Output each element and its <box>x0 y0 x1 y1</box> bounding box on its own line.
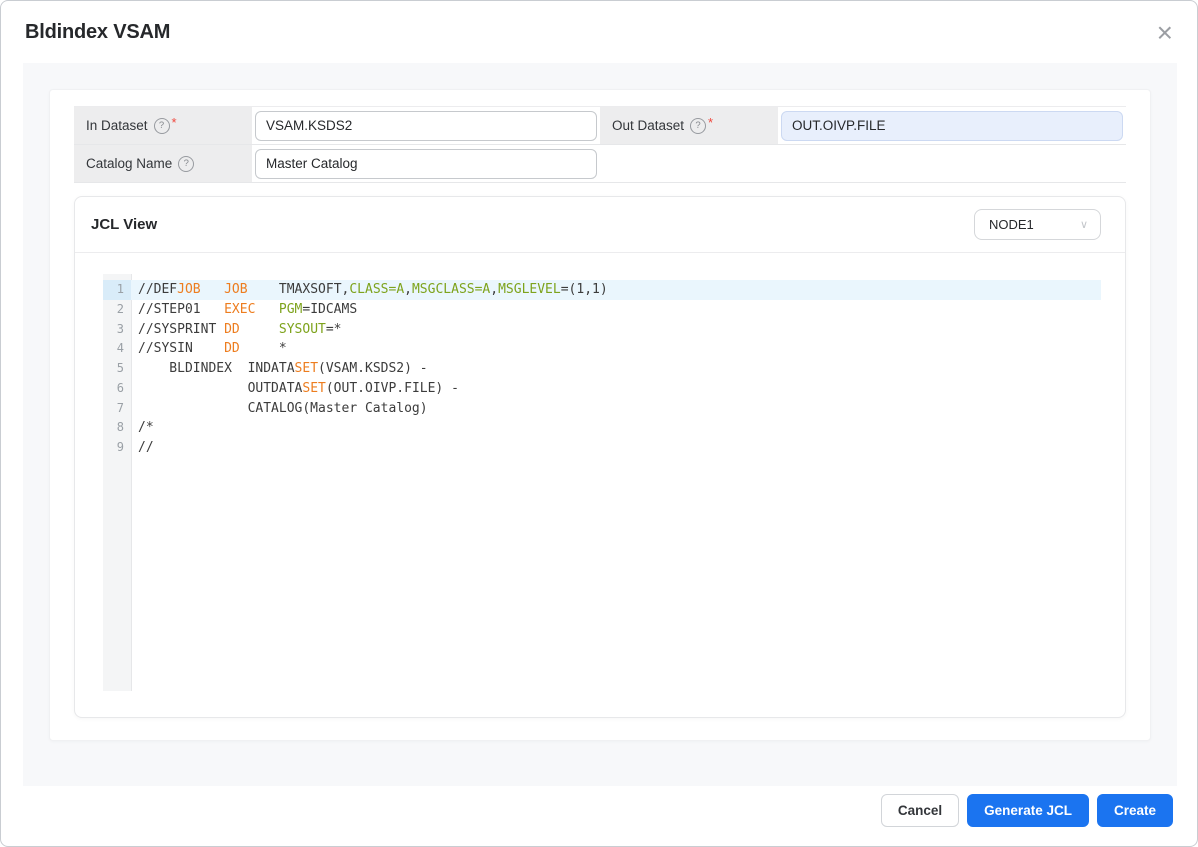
line-number: 5 <box>103 359 131 379</box>
dialog-content: In Dataset ? * Out Dataset ? * <box>23 63 1177 786</box>
line-number: 6 <box>103 379 131 399</box>
catalog-name-input[interactable] <box>255 149 597 179</box>
line-content: /* <box>131 418 1101 438</box>
jcl-panel-header: JCL View NODE1 ∨ <box>75 197 1125 253</box>
line-number: 1 <box>103 280 131 300</box>
line-content: BLDINDEX INDATASET(VSAM.KSDS2) - <box>131 359 1101 379</box>
field-label-text: In Dataset <box>86 118 148 133</box>
code-line[interactable]: 8/* <box>103 418 1101 438</box>
in-dataset-label: In Dataset ? * <box>74 107 252 144</box>
field-label-text: Catalog Name <box>86 156 172 171</box>
code-line[interactable]: 9// <box>103 438 1101 458</box>
create-button[interactable]: Create <box>1097 794 1173 827</box>
line-content: //STEP01 EXEC PGM=IDCAMS <box>131 300 1101 320</box>
line-content: OUTDATASET(OUT.OIVP.FILE) - <box>131 379 1101 399</box>
field-label-text: Out Dataset <box>612 118 684 133</box>
line-content: // <box>131 438 1101 458</box>
line-content: CATALOG(Master Catalog) <box>131 399 1101 419</box>
code-line[interactable]: 6 OUTDATASET(OUT.OIVP.FILE) - <box>103 379 1101 399</box>
line-content: //SYSIN DD * <box>131 339 1101 359</box>
node-select-value: NODE1 <box>989 217 1034 232</box>
in-dataset-cell <box>252 107 600 144</box>
code-line[interactable]: 7 CATALOG(Master Catalog) <box>103 399 1101 419</box>
dataset-form: In Dataset ? * Out Dataset ? * <box>74 106 1126 183</box>
line-number: 9 <box>103 438 131 458</box>
in-dataset-input[interactable] <box>255 111 597 141</box>
catalog-name-cell <box>252 145 600 182</box>
form-row: Catalog Name ? <box>74 145 1126 183</box>
line-content: //DEFJOB JOB TMAXSOFT,CLASS=A,MSGCLASS=A… <box>131 280 1101 300</box>
help-icon[interactable]: ? <box>178 156 194 172</box>
page-title: Bldindex VSAM <box>25 21 170 44</box>
code-line[interactable]: 1//DEFJOB JOB TMAXSOFT,CLASS=A,MSGCLASS=… <box>103 280 1101 300</box>
jcl-editor[interactable]: 1//DEFJOB JOB TMAXSOFT,CLASS=A,MSGCLASS=… <box>103 274 1101 691</box>
content-card: In Dataset ? * Out Dataset ? * <box>49 89 1151 741</box>
jcl-view-panel: JCL View NODE1 ∨ 1//DEFJOB JOB TMAXSOFT,… <box>74 196 1126 718</box>
out-dataset-input[interactable] <box>781 111 1123 141</box>
chevron-down-icon: ∨ <box>1080 218 1088 231</box>
node-select[interactable]: NODE1 ∨ <box>974 209 1101 240</box>
cancel-button[interactable]: Cancel <box>881 794 959 827</box>
jcl-panel-title: JCL View <box>91 216 157 233</box>
line-number: 3 <box>103 320 131 340</box>
form-row: In Dataset ? * Out Dataset ? * <box>74 107 1126 145</box>
jcl-editor-rows: 1//DEFJOB JOB TMAXSOFT,CLASS=A,MSGCLASS=… <box>103 280 1101 458</box>
help-icon[interactable]: ? <box>154 118 170 134</box>
line-number: 4 <box>103 339 131 359</box>
required-asterisk: * <box>172 115 177 130</box>
line-number: 8 <box>103 418 131 438</box>
code-line[interactable]: 4//SYSIN DD * <box>103 339 1101 359</box>
required-asterisk: * <box>708 115 713 130</box>
dialog-footer: Cancel Generate JCL Create <box>881 794 1173 827</box>
line-number: 2 <box>103 300 131 320</box>
code-line[interactable]: 5 BLDINDEX INDATASET(VSAM.KSDS2) - <box>103 359 1101 379</box>
code-line[interactable]: 3//SYSPRINT DD SYSOUT=* <box>103 320 1101 340</box>
out-dataset-label: Out Dataset ? * <box>600 107 778 144</box>
line-content: //SYSPRINT DD SYSOUT=* <box>131 320 1101 340</box>
line-number: 7 <box>103 399 131 419</box>
code-line[interactable]: 2//STEP01 EXEC PGM=IDCAMS <box>103 300 1101 320</box>
help-icon[interactable]: ? <box>690 118 706 134</box>
bldindex-vsam-dialog: Bldindex VSAM × In Dataset ? * Out Datas… <box>0 0 1198 847</box>
close-icon[interactable]: × <box>1151 13 1179 53</box>
form-row-filler <box>600 145 1126 182</box>
out-dataset-cell <box>778 107 1126 144</box>
generate-jcl-button[interactable]: Generate JCL <box>967 794 1089 827</box>
catalog-name-label: Catalog Name ? <box>74 145 252 182</box>
